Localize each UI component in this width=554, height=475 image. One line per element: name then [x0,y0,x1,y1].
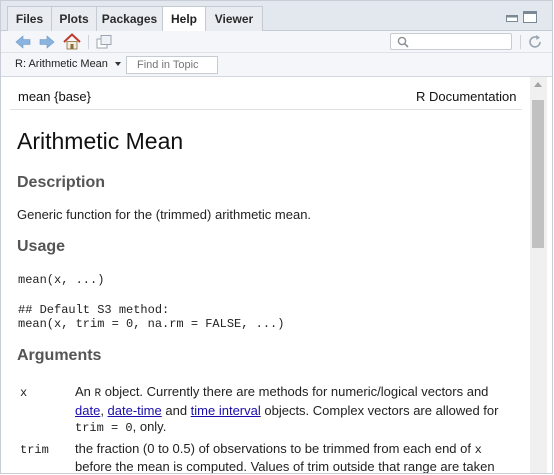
arg-name-x: x [20,386,28,400]
trim-code-text: trim = 0 [75,421,133,435]
minimize-pane-icon[interactable] [506,12,518,22]
help-topic-bar: R: Arithmetic Mean [1,53,552,77]
date-time-link[interactable]: date-time [108,403,162,418]
arg-text: An [75,384,95,399]
tab-bar: Files Plots Packages Help Viewer [1,1,552,32]
forward-arrow-icon[interactable] [39,34,55,50]
usage-heading: Usage [17,238,66,255]
description-text: Generic function for the (trimmed) arith… [17,207,312,222]
popout-window-icon[interactable] [96,34,112,50]
arg-text: before the mean is computed. Values of t… [75,458,495,474]
refresh-icon[interactable] [527,34,543,50]
usage-code-line: mean(x, trim = 0, na.rm = FALSE, ...) [18,317,285,331]
tab-plots[interactable]: Plots [51,6,97,31]
usage-code-comment: ## Default S3 method: [18,303,170,317]
help-toolbar [1,31,552,53]
arg-desc-trim: the fraction (0 to 0.5) of observations … [75,441,515,474]
arg-text: and [161,402,191,418]
scrollbar-thumb[interactable] [532,100,544,248]
home-icon[interactable] [63,33,81,50]
tab-plots-label: Plots [59,12,89,26]
help-pane: Files Plots Packages Help Viewer R: Arit… [0,0,553,474]
tab-packages-label: Packages [101,12,158,26]
topic-dropdown[interactable]: R: Arithmetic Mean [15,58,121,70]
tab-files-label: Files [15,12,44,26]
help-document: mean {base} R Documentation Arithmetic M… [1,77,531,474]
maximize-pane-icon[interactable] [523,11,537,23]
arg-desc-x: An R object. Currently there are methods… [75,384,515,437]
help-search-input[interactable] [390,33,512,50]
x-code-text: x [474,443,482,457]
arg-name-trim: trim [20,443,49,457]
tab-viewer-label: Viewer [214,12,254,26]
toolbar-divider [88,35,89,49]
tab-help[interactable]: Help [162,6,206,32]
arg-text: objects. Complex vectors are allowed for [260,402,499,418]
toolbar-divider [520,35,521,49]
tab-packages[interactable]: Packages [96,6,163,31]
usage-code-line: mean(x, ...) [18,273,105,287]
find-in-topic-input[interactable] [126,56,218,74]
topic-label: R: Arithmetic Mean [15,58,108,70]
date-link[interactable]: date [75,403,100,418]
arg-text: , [100,402,108,418]
arguments-heading: Arguments [17,347,102,364]
doc-package-header: mean {base} [18,89,92,104]
tab-viewer[interactable]: Viewer [205,6,263,31]
arg-text: , only. [132,419,167,434]
vertical-scrollbar[interactable] [530,77,547,473]
tab-files[interactable]: Files [7,6,52,31]
search-icon [397,36,409,48]
page-title: Arithmetic Mean [17,128,184,154]
scroll-up-arrow-icon[interactable] [534,82,542,87]
doc-r-documentation-label: R Documentation [416,89,517,104]
description-heading: Description [17,174,106,191]
arg-text: the fraction (0 to 0.5) of observations … [75,441,475,456]
back-arrow-icon[interactable] [15,34,31,50]
tab-help-label: Help [170,12,197,26]
arg-text: object. Currently there are methods for … [101,384,489,399]
header-divider [10,109,522,110]
dropdown-caret-icon [114,62,121,67]
time-interval-link[interactable]: time interval [191,403,261,418]
